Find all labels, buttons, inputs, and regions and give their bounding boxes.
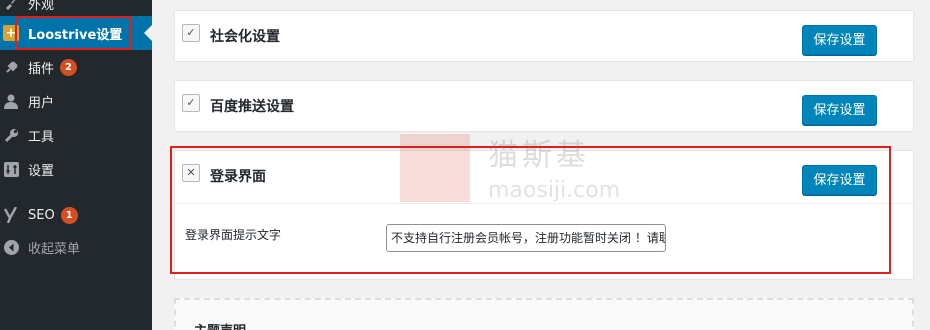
yoast-icon (3, 207, 19, 223)
sidebar-item-tools[interactable]: 工具 (0, 118, 152, 152)
sidebar-item-label: 插件 (28, 61, 55, 77)
login-tip-label: 登录界面提示文字 (185, 228, 282, 242)
panel-title: 百度推送设置 (210, 99, 294, 115)
wrench-icon (3, 127, 19, 143)
collapse-toggle-icon[interactable]: ✕ (182, 164, 200, 182)
brush-icon (3, 0, 19, 11)
save-settings-button[interactable]: 保存设置 (802, 25, 877, 55)
social-settings-panel: ✓ 社会化设置 保存设置 (174, 10, 914, 62)
sidebar-item-users[interactable]: 用户 (0, 84, 152, 118)
plugin-icon (3, 59, 19, 75)
settings-icon (3, 161, 19, 177)
panel-title: 社会化设置 (210, 29, 280, 45)
user-icon (3, 93, 19, 109)
sidebar-item-label: 用户 (28, 95, 55, 111)
panel-header: ✓ 社会化设置 保存设置 (175, 11, 913, 63)
save-settings-button[interactable]: 保存设置 (802, 95, 877, 125)
expand-toggle-icon[interactable]: ✓ (182, 24, 200, 42)
collapse-icon (3, 239, 19, 255)
theme-declaration-panel: 主题声明 (174, 298, 914, 330)
login-tip-input[interactable]: 不支持自行注册会员帐号，注册功能暂时关闭 ！请联系管理员 (386, 224, 666, 252)
expand-toggle-icon[interactable]: ✓ (182, 94, 200, 112)
update-count-badge: 2 (60, 58, 78, 76)
sidebar-item-label: 外观 (28, 0, 55, 13)
sidebar-item-plugins[interactable]: 插件 2 (0, 50, 152, 84)
panel-header: ✕ 登录界面 保存设置 (175, 151, 913, 203)
panel-title: 登录界面 (210, 169, 266, 185)
sidebar-item-label: 工具 (28, 129, 55, 145)
update-count-badge: 1 (60, 206, 78, 224)
admin-sidebar: 外观 + Loostrive设置 插件 2 用户 工具 设置 SEO 1 收起菜… (0, 0, 152, 330)
sidebar-item-loostrive-settings[interactable]: + Loostrive设置 (0, 16, 152, 50)
collapse-menu-button[interactable]: 收起菜单 (0, 230, 152, 264)
login-screen-settings-panel: ✕ 登录界面 保存设置 登录界面提示文字 不支持自行注册会员帐号，注册功能暂时关… (174, 150, 914, 280)
sidebar-item-seo[interactable]: SEO 1 (0, 198, 152, 232)
panel-header: ✓ 百度推送设置 保存设置 (175, 81, 913, 133)
panel-title: 主题声明 (194, 320, 246, 330)
baidu-push-settings-panel: ✓ 百度推送设置 保存设置 (174, 80, 914, 132)
sidebar-item-label: Loostrive设置 (28, 27, 123, 43)
panel-body: 登录界面提示文字 不支持自行注册会员帐号，注册功能暂时关闭 ！请联系管理员 (175, 203, 913, 281)
sidebar-item-label: 设置 (28, 163, 55, 179)
save-settings-button[interactable]: 保存设置 (802, 165, 877, 195)
sidebar-item-settings[interactable]: 设置 (0, 152, 152, 186)
sidebar-item-label: 收起菜单 (28, 241, 81, 257)
sidebar-item-label: SEO (28, 207, 55, 223)
plus-icon: + (3, 25, 19, 41)
